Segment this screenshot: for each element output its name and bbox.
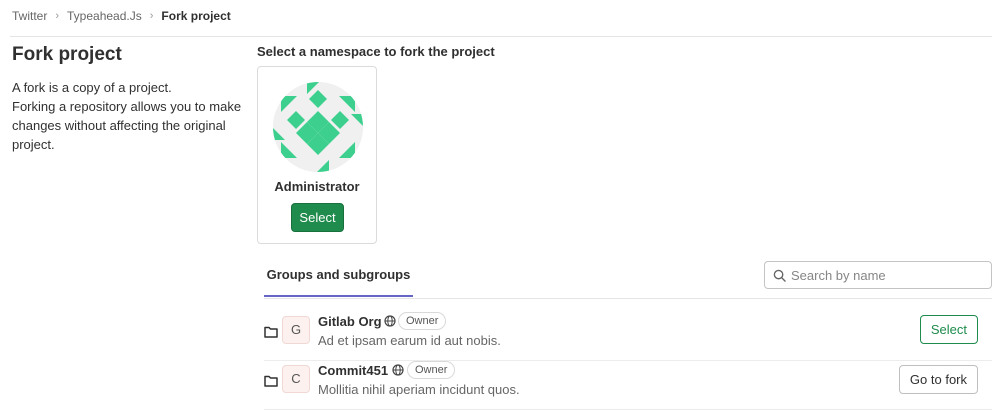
group-description: Mollitia nihil aperiam incidunt quos.: [318, 382, 520, 397]
select-namespace-button[interactable]: Select: [291, 203, 344, 232]
search-field[interactable]: [764, 261, 992, 289]
search-icon: [773, 269, 786, 282]
chevron-right-icon: ›: [149, 10, 154, 22]
tab-groups-and-subgroups[interactable]: Groups and subgroups: [264, 258, 413, 297]
info-column: Fork project A fork is a copy of a proje…: [12, 44, 244, 154]
go-to-fork-button[interactable]: Go to fork: [898, 365, 978, 394]
role-badge: Owner: [407, 361, 456, 379]
groups-tabs: Groups and subgroups: [264, 258, 992, 299]
folder-icon: [264, 375, 278, 387]
group-name[interactable]: Commit451: [318, 363, 388, 378]
identicon-icon: [273, 82, 363, 172]
globe-icon: [384, 315, 396, 327]
search-input[interactable]: [791, 264, 981, 286]
group-avatar: G: [282, 316, 310, 344]
select-group-button[interactable]: Select: [919, 315, 978, 344]
group-name[interactable]: Gitlab Org: [318, 314, 382, 329]
header-divider: [10, 36, 992, 37]
page-title: Fork project: [12, 44, 122, 65]
namespace-heading: Select a namespace to fork the project: [257, 44, 495, 59]
page-description: A fork is a copy of a project. Forking a…: [12, 78, 244, 154]
namespace-name: Administrator: [274, 179, 360, 194]
list-item: C Commit451 Owner Mollitia nihil aperiam…: [264, 361, 992, 410]
breadcrumb-item-current[interactable]: Fork project: [161, 9, 230, 23]
chevron-right-icon: ›: [55, 10, 60, 22]
breadcrumb: Twitter › Typeahead.Js › Fork project: [12, 9, 231, 23]
role-badge: Owner: [398, 312, 447, 330]
globe-icon: [392, 364, 404, 376]
group-avatar: C: [282, 365, 310, 393]
namespace-card-administrator: Administrator Select: [257, 66, 377, 244]
avatar: [273, 82, 363, 172]
list-item: G Gitlab Org Owner Ad et ipsam earum id …: [264, 312, 992, 361]
description-line-1: A fork is a copy of a project.: [12, 80, 172, 95]
breadcrumb-item-twitter[interactable]: Twitter: [12, 9, 47, 23]
group-description: Ad et ipsam earum id aut nobis.: [318, 333, 501, 348]
description-line-2: Forking a repository allows you to make …: [12, 99, 242, 152]
breadcrumb-item-typeahead[interactable]: Typeahead.Js: [67, 9, 142, 23]
folder-icon: [264, 326, 278, 338]
